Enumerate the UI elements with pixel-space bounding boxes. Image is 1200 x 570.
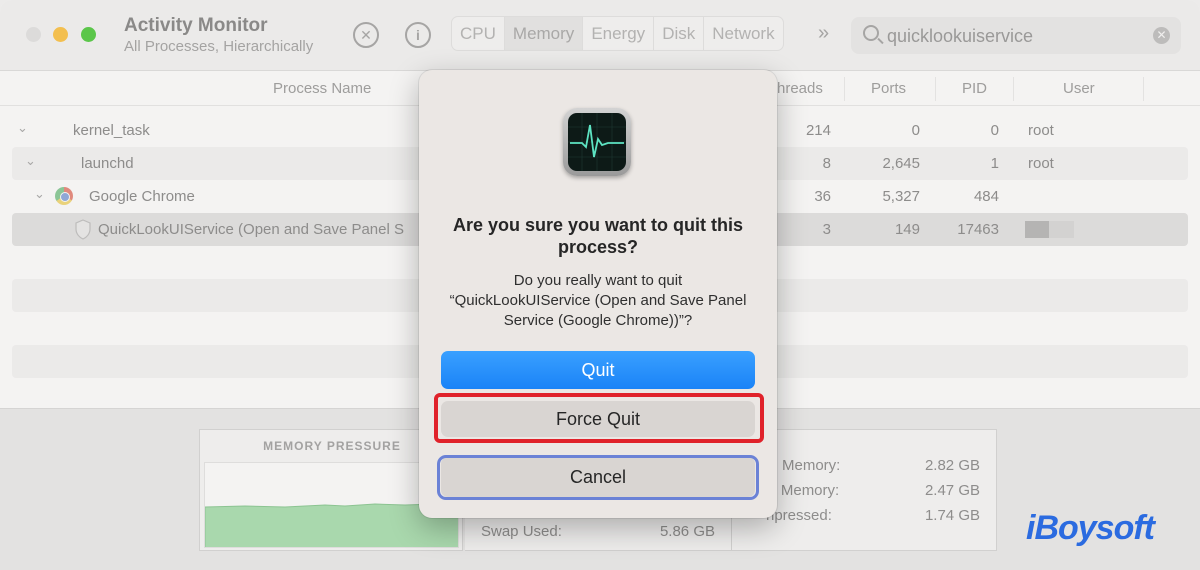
column-header-pid[interactable]: PID: [962, 80, 987, 97]
force-quit-highlight: [434, 393, 764, 443]
memory-used-label: Memory:: [782, 457, 841, 474]
user-value: root: [1028, 122, 1054, 139]
info-icon[interactable]: i: [405, 22, 431, 48]
cached-memory-value: 2.47 GB: [924, 482, 980, 499]
ports-value: 5,327: [882, 188, 920, 205]
more-chevron-icon[interactable]: »: [818, 22, 829, 45]
user-redacted: [1049, 221, 1074, 238]
cancel-highlight: [437, 455, 759, 500]
shield-icon: [75, 219, 91, 240]
threads-value: 36: [814, 188, 831, 205]
titlebar: Activity Monitor All Processes, Hierarch…: [0, 0, 1200, 71]
process-name: launchd: [81, 155, 134, 172]
user-redacted: [1025, 221, 1049, 238]
disclosure-chevron-icon[interactable]: ⌄: [25, 153, 36, 169]
swap-used-label: Swap Used:: [481, 523, 562, 540]
column-divider: [1013, 77, 1014, 101]
dialog-title: Are you sure you want to quit this proce…: [452, 215, 744, 257]
search-input[interactable]: quicklookuiservice: [887, 26, 1033, 47]
stop-process-icon[interactable]: ✕: [353, 22, 379, 48]
column-header-process-name[interactable]: Process Name: [273, 80, 371, 97]
iboysoft-logo: iBoysoft: [1026, 509, 1155, 547]
column-header-user[interactable]: User: [1063, 80, 1095, 97]
tab-disk[interactable]: Disk: [654, 17, 705, 50]
column-divider: [935, 77, 936, 101]
tab-energy[interactable]: Energy: [583, 17, 655, 50]
column-header-ports[interactable]: Ports: [871, 80, 906, 97]
column-header-threads[interactable]: hreads: [777, 80, 823, 97]
clear-search-icon[interactable]: ✕: [1153, 27, 1170, 44]
close-window-button[interactable]: [26, 27, 41, 42]
dialog-message: Do you really want to quit “QuickLookUIS…: [449, 272, 747, 329]
tab-network[interactable]: Network: [704, 17, 782, 50]
quit-button[interactable]: Quit: [441, 351, 755, 389]
pid-value: 17463: [957, 221, 999, 238]
window-subtitle: All Processes, Hierarchically: [124, 38, 314, 55]
chrome-icon: [55, 187, 73, 205]
column-divider: [844, 77, 845, 101]
disclosure-chevron-icon[interactable]: ⌄: [34, 186, 45, 202]
pid-value: 484: [973, 188, 999, 205]
process-name: kernel_task: [73, 122, 150, 139]
process-name: QuickLookUIService (Open and Save Panel …: [98, 221, 404, 238]
disclosure-chevron-icon[interactable]: ⌄: [17, 120, 28, 136]
swap-used-value: 5.86 GB: [659, 523, 715, 540]
pid-value: 0: [990, 122, 999, 139]
memory-used-value: 2.82 GB: [924, 457, 980, 474]
ports-value: 2,645: [882, 155, 920, 172]
window-title: Activity Monitor: [124, 15, 268, 36]
quit-process-dialog: Are you sure you want to quit this proce…: [419, 70, 777, 518]
tab-bar: CPU Memory Energy Disk Network: [451, 16, 784, 51]
tab-cpu[interactable]: CPU: [452, 17, 505, 50]
minimize-window-button[interactable]: [53, 27, 68, 42]
ports-value: 0: [911, 122, 920, 139]
threads-value: 8: [822, 155, 831, 172]
tab-memory[interactable]: Memory: [504, 17, 584, 50]
threads-value: 3: [822, 221, 831, 238]
zoom-window-button[interactable]: [81, 27, 96, 42]
user-value: root: [1028, 155, 1054, 172]
column-divider: [1143, 77, 1144, 101]
process-name: Google Chrome: [89, 188, 195, 205]
ports-value: 149: [894, 221, 920, 238]
search-field[interactable]: quicklookuiservice ✕: [851, 17, 1181, 54]
compressed-value: 1.74 GB: [924, 507, 980, 524]
pid-value: 1: [990, 155, 999, 172]
search-icon: [863, 25, 879, 41]
threads-value: 214: [805, 122, 831, 139]
activity-monitor-app-icon: [563, 108, 631, 176]
